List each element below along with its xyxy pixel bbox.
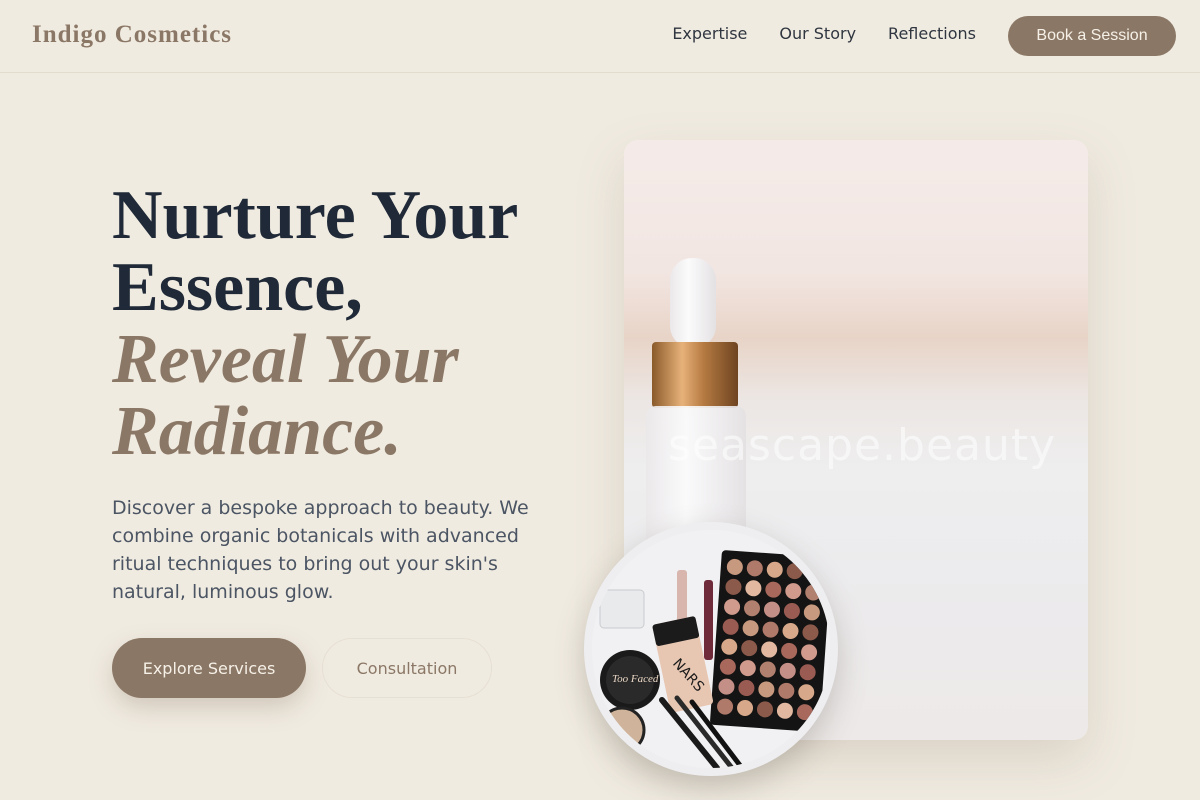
hero-description: Discover a bespoke approach to beauty. W…	[112, 497, 529, 603]
brand-logo[interactable]: Indigo Cosmetics	[32, 21, 232, 49]
image-watermark: seascape.beauty	[668, 420, 1057, 471]
explore-services-button[interactable]: Explore Services	[112, 638, 306, 698]
hero-title-accent-1: Reveal Your	[112, 321, 459, 398]
hero-title: Nurture Your Essence, Reveal Your Radian…	[112, 180, 592, 468]
makeup-flatlay-illustration: NARS Too Faced	[592, 530, 830, 768]
palette-brand-label: Too Faced	[612, 673, 659, 685]
makeup-flatlay-image: NARS Too Faced	[584, 522, 838, 776]
consultation-button[interactable]: Consultation	[322, 638, 492, 698]
hero-title-accent-2: Radiance.	[112, 393, 402, 470]
nav-link-reflections[interactable]: Reflections	[888, 24, 976, 43]
hero-title-line-2: Essence,	[112, 249, 363, 326]
nav-link-our-story[interactable]: Our Story	[779, 24, 856, 43]
main-nav: Expertise Our Story Reflections	[672, 24, 976, 43]
nav-link-expertise[interactable]: Expertise	[672, 24, 747, 43]
site-header: Indigo Cosmetics Expertise Our Story Ref…	[0, 0, 1200, 73]
hero-title-line-1: Nurture Your	[112, 177, 519, 254]
book-session-button[interactable]: Book a Session	[1008, 16, 1176, 56]
